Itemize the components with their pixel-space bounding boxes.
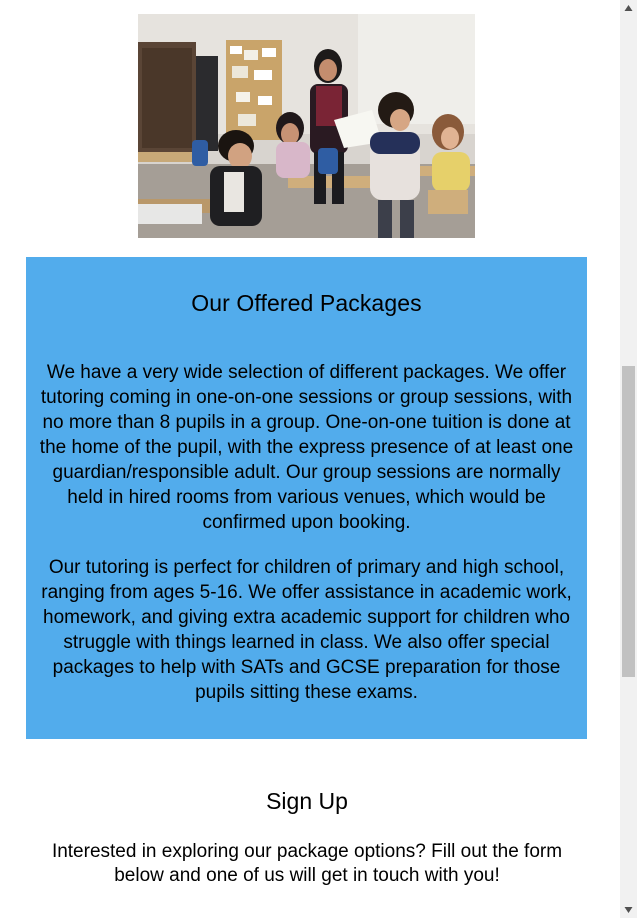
signup-title: Sign Up (266, 788, 348, 814)
scroll-up-arrow-icon[interactable] (620, 0, 637, 17)
packages-section: Our Offered Packages We have a very wide… (26, 257, 587, 739)
signup-intro-text: Interested in exploring our package opti… (51, 841, 563, 886)
classroom-photo (138, 14, 475, 238)
scroll-down-arrow-icon[interactable] (620, 901, 637, 918)
page-viewport: Our Offered Packages We have a very wide… (0, 0, 620, 918)
scrollbar-thumb[interactable] (622, 366, 635, 677)
vertical-scrollbar[interactable] (620, 0, 637, 918)
classroom-photo-illustration (138, 14, 475, 238)
packages-paragraph-formats: We have a very wide selection of differe… (39, 362, 574, 533)
packages-title: Our Offered Packages (191, 290, 422, 316)
packages-paragraph-audience: Our tutoring is perfect for children of … (41, 557, 572, 703)
